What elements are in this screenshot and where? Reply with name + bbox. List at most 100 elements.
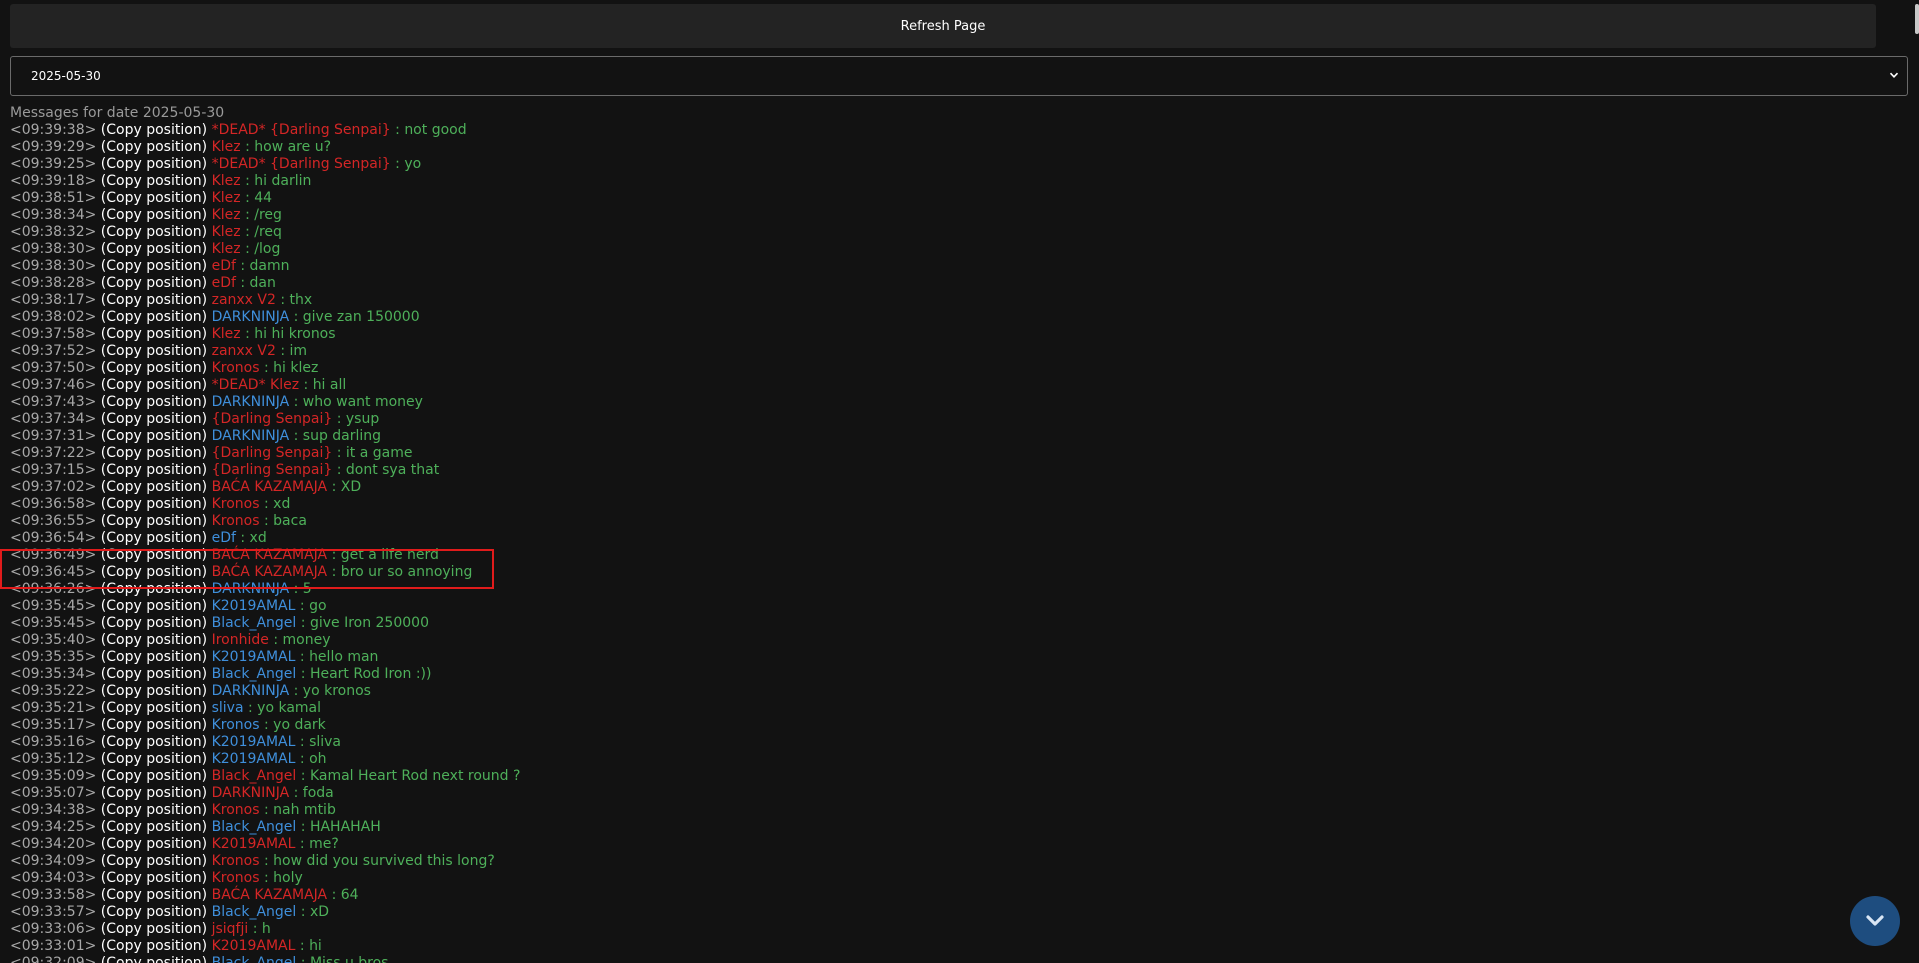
message-text: who want money — [302, 394, 423, 410]
copy-position-link[interactable]: (Copy position) — [101, 156, 207, 172]
copy-position-link[interactable]: (Copy position) — [101, 139, 207, 155]
copy-position-link[interactable]: (Copy position) — [101, 394, 207, 410]
message-author: BAĆA KAZAMAJA — [211, 547, 328, 563]
copy-position-link[interactable]: (Copy position) — [101, 649, 207, 665]
message-log: Messages for date 2025-05-30 <09:39:38> … — [10, 105, 1900, 963]
copy-position-link[interactable]: (Copy position) — [101, 938, 207, 954]
message-separator: : — [243, 700, 258, 716]
message-timestamp: <09:33:57> — [10, 904, 97, 920]
page-scrollbar-thumb[interactable] — [1915, 4, 1919, 34]
message-author: DARKNINJA — [211, 394, 290, 410]
copy-position-link[interactable]: (Copy position) — [101, 275, 207, 291]
copy-position-link[interactable]: (Copy position) — [101, 734, 207, 750]
message-timestamp: <09:39:18> — [10, 173, 97, 189]
message-separator: : — [332, 445, 346, 461]
list-item: <09:32:09> (Copy position) Black_Angel :… — [10, 955, 1900, 963]
copy-position-link[interactable]: (Copy position) — [101, 853, 207, 869]
list-item: <09:37:52> (Copy position) zanxx V2 : im — [10, 343, 1900, 360]
message-text: Heart Rod Iron :)) — [309, 666, 432, 682]
message-text: XD — [340, 479, 362, 495]
chevron-down-icon — [1889, 72, 1899, 78]
message-separator: : — [327, 479, 341, 495]
list-item: <09:35:09> (Copy position) Black_Angel :… — [10, 768, 1900, 785]
message-separator: : — [235, 258, 250, 274]
copy-position-link[interactable]: (Copy position) — [101, 513, 207, 529]
message-author: Kronos — [211, 853, 260, 869]
copy-position-link[interactable]: (Copy position) — [101, 258, 207, 274]
copy-position-link[interactable]: (Copy position) — [101, 632, 207, 648]
copy-position-link[interactable]: (Copy position) — [101, 190, 207, 206]
list-item: <09:36:54> (Copy position) eDf : xd — [10, 530, 1900, 547]
copy-position-link[interactable]: (Copy position) — [101, 666, 207, 682]
copy-position-link[interactable]: (Copy position) — [101, 292, 207, 308]
message-author: Black_Angel — [211, 615, 297, 631]
copy-position-link[interactable]: (Copy position) — [101, 802, 207, 818]
copy-position-link[interactable]: (Copy position) — [101, 224, 207, 240]
copy-position-link[interactable]: (Copy position) — [101, 581, 207, 597]
copy-position-link[interactable]: (Copy position) — [101, 479, 207, 495]
copy-position-link[interactable]: (Copy position) — [101, 683, 207, 699]
message-author: Black_Angel — [211, 904, 297, 920]
copy-position-link[interactable]: (Copy position) — [101, 377, 207, 393]
copy-position-link[interactable]: (Copy position) — [101, 751, 207, 767]
message-text: oh — [309, 751, 327, 767]
copy-position-link[interactable]: (Copy position) — [101, 564, 207, 580]
copy-position-link[interactable]: (Copy position) — [101, 360, 207, 376]
copy-position-link[interactable]: (Copy position) — [101, 547, 207, 563]
copy-position-link[interactable]: (Copy position) — [101, 836, 207, 852]
copy-position-link[interactable]: (Copy position) — [101, 717, 207, 733]
copy-position-link[interactable]: (Copy position) — [101, 921, 207, 937]
message-timestamp: <09:37:22> — [10, 445, 97, 461]
message-timestamp: <09:34:20> — [10, 836, 97, 852]
copy-position-link[interactable]: (Copy position) — [101, 309, 207, 325]
message-timestamp: <09:35:12> — [10, 751, 97, 767]
message-separator: : — [289, 581, 303, 597]
list-item: <09:35:12> (Copy position) K2019AMAL : o… — [10, 751, 1900, 768]
copy-position-link[interactable]: (Copy position) — [101, 343, 207, 359]
copy-position-link[interactable]: (Copy position) — [101, 598, 207, 614]
copy-position-link[interactable]: (Copy position) — [101, 445, 207, 461]
copy-position-link[interactable]: (Copy position) — [101, 173, 207, 189]
date-select[interactable]: 2025-05-30 — [10, 56, 1908, 96]
message-text: damn — [249, 258, 290, 274]
copy-position-link[interactable]: (Copy position) — [101, 615, 207, 631]
copy-position-link[interactable]: (Copy position) — [101, 530, 207, 546]
message-separator: : — [259, 870, 274, 886]
message-author: K2019AMAL — [211, 598, 296, 614]
copy-position-link[interactable]: (Copy position) — [101, 819, 207, 835]
message-author: DARKNINJA — [211, 683, 290, 699]
message-text: xd — [249, 530, 267, 546]
message-timestamp: <09:33:06> — [10, 921, 97, 937]
copy-position-link[interactable]: (Copy position) — [101, 496, 207, 512]
copy-position-link[interactable]: (Copy position) — [101, 768, 207, 784]
copy-position-link[interactable]: (Copy position) — [101, 122, 207, 138]
copy-position-link[interactable]: (Copy position) — [101, 411, 207, 427]
copy-position-link[interactable]: (Copy position) — [101, 785, 207, 801]
list-item: <09:39:29> (Copy position) Klez : how ar… — [10, 139, 1900, 156]
message-separator: : — [295, 938, 310, 954]
list-item: <09:37:15> (Copy position) {Darling Senp… — [10, 462, 1900, 479]
copy-position-link[interactable]: (Copy position) — [101, 207, 207, 223]
copy-position-link[interactable]: (Copy position) — [101, 700, 207, 716]
copy-position-link[interactable]: (Copy position) — [101, 870, 207, 886]
message-separator: : — [327, 887, 341, 903]
message-timestamp: <09:32:09> — [10, 955, 97, 963]
message-timestamp: <09:37:02> — [10, 479, 97, 495]
message-text: hi darlin — [254, 173, 312, 189]
copy-position-link[interactable]: (Copy position) — [101, 887, 207, 903]
message-separator: : — [240, 224, 255, 240]
message-timestamp: <09:35:09> — [10, 768, 97, 784]
scroll-down-button[interactable] — [1850, 896, 1900, 946]
message-separator: : — [259, 717, 274, 733]
list-item: <09:35:45> (Copy position) K2019AMAL : g… — [10, 598, 1900, 615]
refresh-page-button[interactable]: Refresh Page — [10, 4, 1876, 48]
message-author: Black_Angel — [211, 768, 297, 784]
copy-position-link[interactable]: (Copy position) — [101, 462, 207, 478]
copy-position-link[interactable]: (Copy position) — [101, 241, 207, 257]
copy-position-link[interactable]: (Copy position) — [101, 326, 207, 342]
copy-position-link[interactable]: (Copy position) — [101, 955, 207, 963]
list-item: <09:35:22> (Copy position) DARKNINJA : y… — [10, 683, 1900, 700]
copy-position-link[interactable]: (Copy position) — [101, 428, 207, 444]
message-timestamp: <09:38:30> — [10, 241, 97, 257]
copy-position-link[interactable]: (Copy position) — [101, 904, 207, 920]
